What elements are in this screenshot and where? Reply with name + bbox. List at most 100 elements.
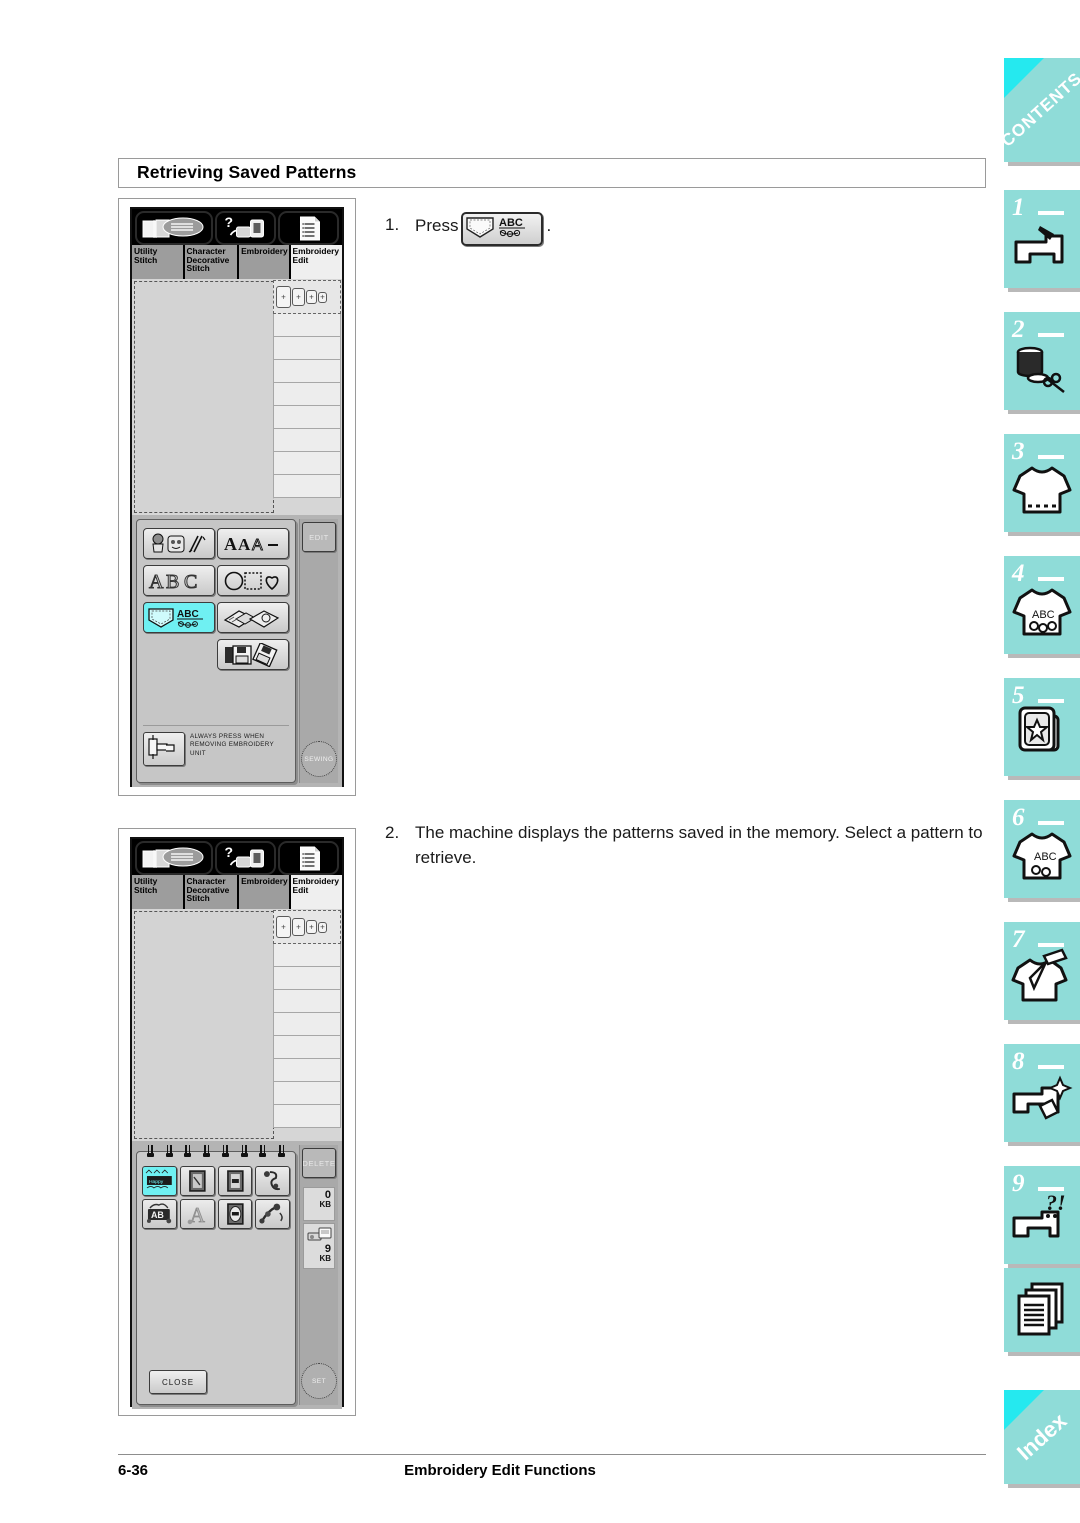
svg-text:A: A bbox=[224, 534, 237, 554]
sidebar-tab-7[interactable]: 7 bbox=[1004, 922, 1080, 1020]
spiral-binding bbox=[141, 1145, 291, 1157]
carriage-return-icon[interactable] bbox=[143, 732, 185, 766]
frame-patterns-button[interactable] bbox=[217, 565, 289, 596]
list-item[interactable] bbox=[273, 429, 341, 452]
edit-button[interactable]: EDIT bbox=[302, 522, 336, 552]
embroidery-canvas[interactable] bbox=[134, 281, 274, 513]
documents-stack-icon bbox=[1017, 1282, 1064, 1336]
pattern-frame-3[interactable] bbox=[217, 1166, 253, 1196]
list-item[interactable] bbox=[273, 1013, 341, 1036]
sidebar-tab-3[interactable]: 3 bbox=[1004, 434, 1080, 532]
svg-text:?: ? bbox=[225, 214, 234, 230]
font-patterns-button[interactable]: A A A bbox=[217, 528, 289, 559]
pattern-flourish-4[interactable] bbox=[255, 1166, 290, 1196]
selector-row: A A A bbox=[143, 528, 289, 559]
list-item[interactable] bbox=[273, 406, 341, 429]
sidebar-tab-contents[interactable]: CONTENTS bbox=[998, 58, 1080, 162]
hoop-size-4-icon[interactable] bbox=[318, 921, 327, 933]
selector-row: A B C bbox=[143, 565, 289, 596]
list-item[interactable] bbox=[273, 1036, 341, 1059]
spiral-ring bbox=[146, 1145, 154, 1157]
footer-chapter-title: Embroidery Edit Functions bbox=[404, 1462, 596, 1479]
list-item[interactable] bbox=[273, 452, 341, 475]
tshirt-abc-edit-icon: ABC bbox=[1012, 832, 1072, 880]
pattern-ab[interactable]: AB bbox=[142, 1199, 177, 1229]
embroidery-patterns-button[interactable] bbox=[143, 528, 215, 559]
footer-divider bbox=[118, 1454, 986, 1455]
pattern-frame-2[interactable] bbox=[179, 1166, 215, 1196]
page-title: Retrieving Saved Patterns bbox=[137, 162, 357, 182]
hoop-size-2-icon[interactable] bbox=[292, 288, 305, 306]
svg-text:?!: ?! bbox=[1046, 1192, 1066, 1215]
sidebar-tab-8[interactable]: 8 bbox=[1004, 1044, 1080, 1142]
list-item[interactable] bbox=[273, 360, 341, 383]
embroidery-canvas[interactable] bbox=[134, 911, 274, 1139]
settings-list-icon[interactable] bbox=[278, 841, 339, 875]
sidebar-tab-9[interactable]: 9 ?! bbox=[1004, 1166, 1080, 1264]
list-item[interactable] bbox=[273, 990, 341, 1013]
tab-utility-stitch[interactable]: Utility Stitch bbox=[132, 245, 185, 279]
close-button[interactable]: CLOSE bbox=[149, 1370, 207, 1394]
list-item[interactable] bbox=[273, 967, 341, 990]
list-item[interactable] bbox=[273, 944, 341, 967]
help-machine-icon[interactable]: ? bbox=[215, 211, 277, 245]
list-item[interactable] bbox=[273, 383, 341, 406]
delete-button[interactable]: DELETE bbox=[302, 1148, 336, 1178]
hoop-size-4-icon[interactable] bbox=[318, 291, 327, 303]
saved-pattern-book-area: Happy AB A CLOSE DELETE 0 KB 9 KB SET bbox=[132, 1141, 342, 1409]
sidebar-tab-index[interactable]: Index bbox=[1004, 1390, 1080, 1484]
svg-text:A: A bbox=[238, 535, 251, 554]
tab-embroidery-l1: Embroidery bbox=[241, 246, 288, 256]
settings-list-icon[interactable] bbox=[278, 211, 339, 245]
list-item[interactable] bbox=[273, 314, 341, 337]
warning-line-1: ALWAYS PRESS WHEN bbox=[190, 733, 265, 740]
manual-book-icon[interactable] bbox=[135, 211, 214, 245]
sidebar-tab-6[interactable]: 6 ABC bbox=[1004, 800, 1080, 898]
tab-embroidery[interactable]: Embroidery bbox=[239, 875, 291, 909]
hoop-size-row[interactable] bbox=[273, 910, 341, 944]
page-content: Retrieving Saved Patterns 1. Press ABC .… bbox=[0, 0, 1000, 1523]
pocket-abc-icon[interactable]: ABC bbox=[461, 212, 544, 246]
tab-character-decorative-stitch[interactable]: Character Decorative Stitch bbox=[184, 245, 240, 279]
alphabet-patterns-button[interactable]: A B C bbox=[143, 565, 215, 596]
hoop-size-3-icon[interactable] bbox=[306, 920, 317, 934]
manual-book-icon[interactable] bbox=[135, 841, 214, 875]
hoop-size-1-icon[interactable] bbox=[276, 916, 291, 938]
step-1-text-after: . bbox=[546, 216, 552, 235]
sidebar-tab-appendix[interactable] bbox=[1004, 1268, 1080, 1352]
tab-embroidery-edit[interactable]: Embroidery Edit bbox=[290, 875, 342, 909]
sidebar-tab-2[interactable]: 2 bbox=[1004, 312, 1080, 410]
list-item[interactable] bbox=[273, 1082, 341, 1105]
sidebar-tab-5[interactable]: 5 bbox=[1004, 678, 1080, 776]
hoop-size-2-icon[interactable] bbox=[292, 918, 305, 936]
hoop-size-1-icon[interactable] bbox=[276, 286, 291, 308]
list-item[interactable] bbox=[273, 475, 341, 498]
sidebar-tab-1[interactable]: 1 bbox=[1004, 190, 1080, 288]
svg-text:?: ? bbox=[225, 844, 234, 860]
pattern-oval-frame[interactable] bbox=[217, 1199, 253, 1229]
tab-embroidery-edit[interactable]: Embroidery Edit bbox=[290, 245, 342, 279]
sidebar-tab-7-dash bbox=[1038, 943, 1064, 947]
sidebar-tab-6-dash bbox=[1038, 821, 1064, 825]
card-patterns-button[interactable] bbox=[217, 602, 289, 633]
set-button[interactable]: SET bbox=[301, 1363, 337, 1399]
sidebar-tab-4[interactable]: 4 ABC bbox=[1004, 556, 1080, 654]
tab-character-decorative-stitch[interactable]: Character Decorative Stitch bbox=[184, 875, 240, 909]
floppy-patterns-button[interactable] bbox=[217, 639, 289, 670]
list-item[interactable] bbox=[273, 1105, 341, 1128]
svg-text:A: A bbox=[149, 571, 164, 592]
saved-patterns-button[interactable]: ABC bbox=[143, 602, 215, 633]
help-machine-icon[interactable]: ? bbox=[215, 841, 277, 875]
pattern-happy-birthday[interactable]: Happy bbox=[142, 1166, 177, 1196]
pattern-floral[interactable] bbox=[255, 1199, 290, 1229]
tab-embroidery[interactable]: Embroidery bbox=[239, 245, 291, 279]
sewing-button[interactable]: SEWING bbox=[301, 741, 337, 777]
saved-pattern-book: Happy AB A CLOSE bbox=[136, 1145, 296, 1405]
hoop-size-row[interactable] bbox=[273, 280, 341, 314]
hoop-and-list-column bbox=[273, 280, 341, 514]
list-item[interactable] bbox=[273, 337, 341, 360]
hoop-size-3-icon[interactable] bbox=[306, 290, 317, 304]
tab-utility-stitch[interactable]: Utility Stitch bbox=[132, 875, 185, 909]
pattern-letter-a[interactable]: A bbox=[179, 1199, 215, 1229]
list-item[interactable] bbox=[273, 1059, 341, 1082]
